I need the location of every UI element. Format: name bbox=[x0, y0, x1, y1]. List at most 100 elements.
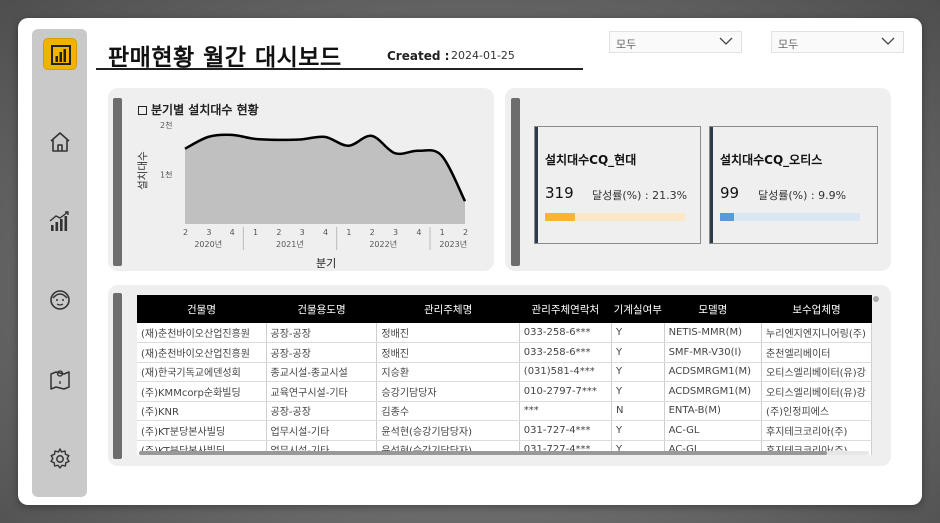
table-cell: ACDSMRGM1(M) bbox=[664, 362, 763, 382]
column-header[interactable]: 모델명 bbox=[664, 295, 762, 323]
table-cell: 031-727-4*** bbox=[519, 420, 612, 441]
table-cell: N bbox=[611, 401, 665, 421]
power-bi-logo-icon[interactable] bbox=[43, 38, 77, 70]
table-cell: (재)춘천바이오산업진흥원 bbox=[137, 342, 267, 363]
table-cell: Y bbox=[611, 381, 665, 402]
x-tick-label: 3 bbox=[300, 228, 305, 237]
table-cell: Y bbox=[611, 323, 665, 343]
card-accent-bar bbox=[113, 293, 122, 459]
kpi-rate: 달성률(%) : 21.3% bbox=[592, 189, 688, 202]
x-tick-label: 2 bbox=[370, 228, 375, 237]
table-cell: SMF-MR-V30(I) bbox=[664, 342, 763, 363]
card-accent-bar bbox=[511, 98, 520, 266]
data-table[interactable]: 건물명 건물용도명 관리주체명 관리주체연락처 기계실여부 모델명 보수업체명 (재)춘천바… bbox=[137, 295, 872, 455]
progress-fill bbox=[545, 213, 575, 221]
settings-gear-icon[interactable] bbox=[47, 446, 73, 472]
page-title: 판매현황 월간 대시보드 bbox=[108, 45, 342, 71]
title-divider bbox=[96, 68, 583, 70]
table-cell: 오티스엘리베이터(유)강 bbox=[761, 381, 872, 402]
table-cell: 정배진 bbox=[376, 342, 520, 363]
kpi-tile-hyundai[interactable]: 설치대수CQ_현대 319 달성률(%) : 21.3% bbox=[534, 126, 701, 244]
table-cell: (주)인정피에스 bbox=[761, 401, 872, 421]
column-header[interactable]: 관리주체연락처 bbox=[519, 295, 612, 323]
year-label: 2020년 bbox=[194, 239, 222, 249]
filter-dropdown-2[interactable]: 모두 bbox=[771, 31, 904, 53]
table-row[interactable]: (재)춘천바이오산업진흥원 공장-공장 정배진 033-258-6*** Y SMF-MR… bbox=[137, 342, 872, 363]
filter-dropdown-1[interactable]: 모두 bbox=[609, 31, 742, 53]
vertical-scroll-indicator[interactable] bbox=[873, 296, 879, 302]
kpi-title: 설치대수CQ_현대 bbox=[545, 153, 637, 167]
progress-bar bbox=[720, 213, 860, 221]
table-cell: 종교시설-종교시설 bbox=[266, 362, 378, 382]
sidebar bbox=[32, 29, 87, 497]
column-header[interactable]: 관리주체명 bbox=[376, 295, 520, 323]
x-tick-label: 4 bbox=[416, 228, 421, 237]
table-cell: Y bbox=[611, 362, 665, 382]
kpi-rate: 달성률(%) : 9.9% bbox=[758, 189, 847, 202]
table-cell: ACDSMRGM1(M) bbox=[664, 381, 763, 402]
table-cell: 승강기담당자 bbox=[376, 381, 520, 402]
year-label: 2022년 bbox=[369, 239, 397, 249]
scrollbar-thumb[interactable] bbox=[139, 451, 827, 455]
kpi-value: 319 bbox=[545, 184, 574, 202]
table-cell: 공장-공장 bbox=[266, 342, 378, 363]
growth-chart-icon[interactable] bbox=[47, 209, 73, 235]
created-label: Created : bbox=[387, 49, 450, 63]
area-chart: 설치대수 분기 1천 2천 2 3 4 1 2 3 4 1 2 3 4 1 2 2020년 2021년 2022년… bbox=[137, 120, 468, 270]
table-row[interactable]: (주)KT분당본사빌딩업무시설-기타윤석현(승강기담당자)031-727-4**… bbox=[137, 420, 872, 441]
table-cell: 누리엔지엔지니어링(주) bbox=[761, 323, 872, 343]
area-fill bbox=[185, 134, 465, 224]
table-cell: 업무시설-기타 bbox=[266, 420, 378, 441]
table-cell: 010-2797-7*** bbox=[519, 381, 612, 402]
x-tick-label: 1 bbox=[253, 228, 258, 237]
table-cell: 윤석현(승강기담당자) bbox=[376, 420, 520, 441]
table-cell: 춘천엘리베이터 bbox=[761, 342, 872, 363]
table-cell: (주)KT분당본사빌딩 bbox=[137, 420, 267, 441]
table-cell: *** bbox=[519, 401, 612, 421]
home-icon[interactable] bbox=[47, 129, 73, 155]
chevron-down-icon bbox=[719, 37, 733, 45]
table-cell: (031)581-4*** bbox=[519, 362, 612, 382]
chart-x-axis-label: 분기 bbox=[316, 257, 336, 270]
table-row[interactable]: (재)춘천바이오산업진흥원 공장-공장 정배진 033-258-6*** Y NETIS-… bbox=[137, 323, 872, 343]
table-cell: (재)춘천바이오산업진흥원 bbox=[137, 323, 267, 343]
table-cell: 033-258-6*** bbox=[519, 323, 612, 343]
filter-value: 모두 bbox=[778, 38, 799, 51]
table-cell: 정배진 bbox=[376, 323, 520, 343]
table-cell: 033-258-6*** bbox=[519, 342, 612, 363]
progress-fill bbox=[720, 213, 734, 221]
table-cell: NETIS-MMR(M) bbox=[664, 323, 763, 343]
chevron-down-icon bbox=[881, 37, 895, 45]
table-row[interactable]: (재)한국기독교에덴성회 종교시설-종교시설 지승환 (031)581-4*** Y AC… bbox=[137, 362, 872, 382]
x-tick-label: 3 bbox=[206, 228, 211, 237]
x-tick-label: 4 bbox=[230, 228, 235, 237]
column-header[interactable]: 건물용도명 bbox=[266, 295, 377, 323]
year-label: 2021년 bbox=[276, 239, 304, 249]
x-tick-label: 1 bbox=[346, 228, 351, 237]
table-cell: (주)KMMcorp순화빌딩 bbox=[137, 381, 267, 402]
kpi-value: 99 bbox=[720, 184, 740, 202]
table-cell: Y bbox=[611, 342, 665, 363]
table-cell: (주)KNR bbox=[137, 401, 267, 421]
column-header[interactable]: 건물명 bbox=[137, 295, 267, 323]
x-tick-label: 4 bbox=[323, 228, 328, 237]
map-icon[interactable] bbox=[47, 367, 73, 393]
table-row[interactable]: (주)KNR 공장-공장 김종수 *** N ENTA-B(M) (주)인정피에스 bbox=[137, 401, 872, 421]
table-cell: Y bbox=[611, 420, 665, 441]
table-cell: 교육연구시설-기타 bbox=[266, 381, 378, 402]
column-header[interactable]: 보수업체명 bbox=[761, 295, 872, 323]
kpi-tile-otis[interactable]: 설치대수CQ_오티스 99 달성률(%) : 9.9% bbox=[709, 126, 878, 244]
table-row[interactable]: (주)KMMcorp순화빌딩 교육연구시설-기타 승강기담당자 010-2797-7*… bbox=[137, 381, 872, 402]
horizontal-scrollbar[interactable] bbox=[139, 451, 869, 455]
table-cell: 지승환 bbox=[376, 362, 520, 382]
year-label: 2023년 bbox=[439, 239, 467, 249]
avatar-icon[interactable] bbox=[47, 287, 73, 313]
progress-bar bbox=[545, 213, 685, 221]
column-header[interactable]: 기계실여부 bbox=[611, 295, 665, 323]
table-cell: 공장-공장 bbox=[266, 401, 378, 421]
table-cell: 오티스엘리베이터(유)강 bbox=[761, 362, 872, 382]
y-tick-label: 1천 bbox=[160, 170, 172, 180]
table-cell: (재)한국기독교에덴성회 bbox=[137, 362, 267, 382]
x-tick-label: 2 bbox=[463, 228, 468, 237]
created-date: 2024-01-25 bbox=[451, 49, 515, 62]
